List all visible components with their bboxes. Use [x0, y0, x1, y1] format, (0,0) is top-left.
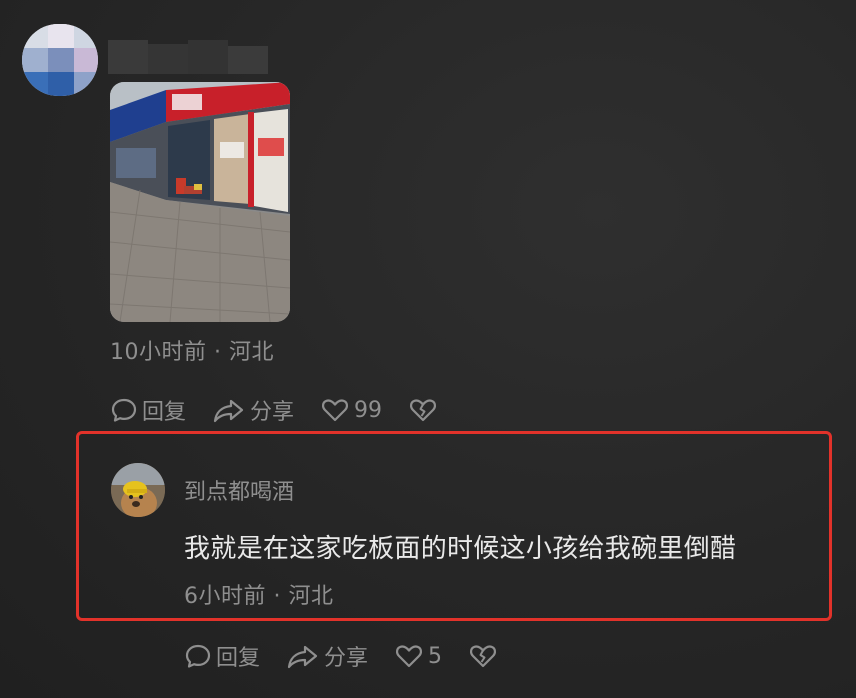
post-photo[interactable] — [110, 82, 290, 322]
poster-name-pixelated[interactable] — [108, 40, 288, 74]
comment-reply-button[interactable]: 回复 — [184, 640, 260, 672]
reply-label: 回复 — [142, 400, 187, 425]
broken-heart-icon — [410, 399, 437, 422]
like-count: 99 — [354, 397, 383, 423]
storefront-image — [110, 82, 290, 322]
commenter-avatar[interactable] — [111, 463, 165, 517]
comment-actions: 回复 分享 5 — [184, 640, 528, 672]
reply-button[interactable]: 回复 — [110, 394, 186, 426]
share-arrow-icon — [213, 399, 244, 423]
heart-outline-icon — [396, 645, 423, 668]
share-button[interactable]: 分享 — [212, 394, 294, 426]
comment-share-label: 分享 — [324, 646, 369, 671]
share-arrow-icon — [287, 645, 318, 669]
share-label: 分享 — [250, 400, 295, 425]
comment-text: 我就是在这家吃板面的时候这小孩给我碗里倒醋 — [184, 534, 737, 564]
comment-reply-label: 回复 — [216, 646, 261, 671]
comment-bubble-icon — [185, 644, 211, 668]
comment-meta: 6小时前 · 河北 — [184, 584, 334, 609]
comment-like-button[interactable]: 5 — [394, 642, 442, 670]
comment-share-button[interactable]: 分享 — [286, 640, 368, 672]
post-actions: 回复 分享 99 — [110, 394, 468, 426]
comment-bubble-icon — [111, 398, 137, 422]
poster-avatar-pixelated[interactable] — [22, 24, 98, 96]
dog-avatar-icon — [111, 463, 165, 517]
commenter-username[interactable]: 到点都喝酒 — [184, 474, 294, 506]
post-meta: 10小时前 · 河北 — [110, 340, 274, 365]
comment-dislike-button[interactable] — [468, 642, 502, 670]
heart-outline-icon — [322, 399, 349, 422]
comment-like-count: 5 — [428, 643, 443, 669]
like-button[interactable]: 99 — [320, 396, 382, 424]
dislike-button[interactable] — [408, 396, 442, 424]
broken-heart-icon — [470, 645, 497, 668]
